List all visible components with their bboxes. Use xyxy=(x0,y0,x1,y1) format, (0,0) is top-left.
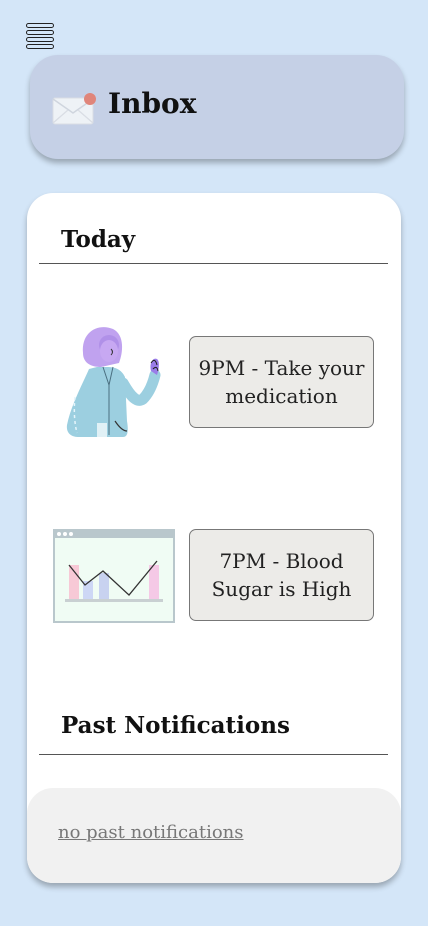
inbox-header: Inbox xyxy=(30,55,404,159)
page-title: Inbox xyxy=(108,87,197,120)
divider xyxy=(39,263,388,264)
menu-bar xyxy=(26,30,54,35)
menu-bar xyxy=(26,44,54,49)
menu-bar xyxy=(26,37,54,42)
divider xyxy=(39,754,388,755)
notification-blood-sugar[interactable]: 7PM - Blood Sugar is High xyxy=(189,529,374,621)
past-notifications-title: Past Notifications xyxy=(61,712,290,739)
menu-button[interactable] xyxy=(26,23,54,49)
no-past-notifications-link[interactable]: no past notifications xyxy=(58,822,244,843)
woman-waving-illustration xyxy=(66,327,161,437)
blood-sugar-chart-illustration xyxy=(53,529,175,623)
notification-medication[interactable]: 9PM - Take your medication xyxy=(189,336,374,428)
menu-bar xyxy=(26,23,54,28)
envelope-notification-icon xyxy=(52,93,96,125)
notifications-card: Today 9PM - Take your medication 7PM - B… xyxy=(27,193,401,883)
today-section-title: Today xyxy=(61,226,136,253)
past-notifications-panel: no past notifications xyxy=(27,788,401,883)
